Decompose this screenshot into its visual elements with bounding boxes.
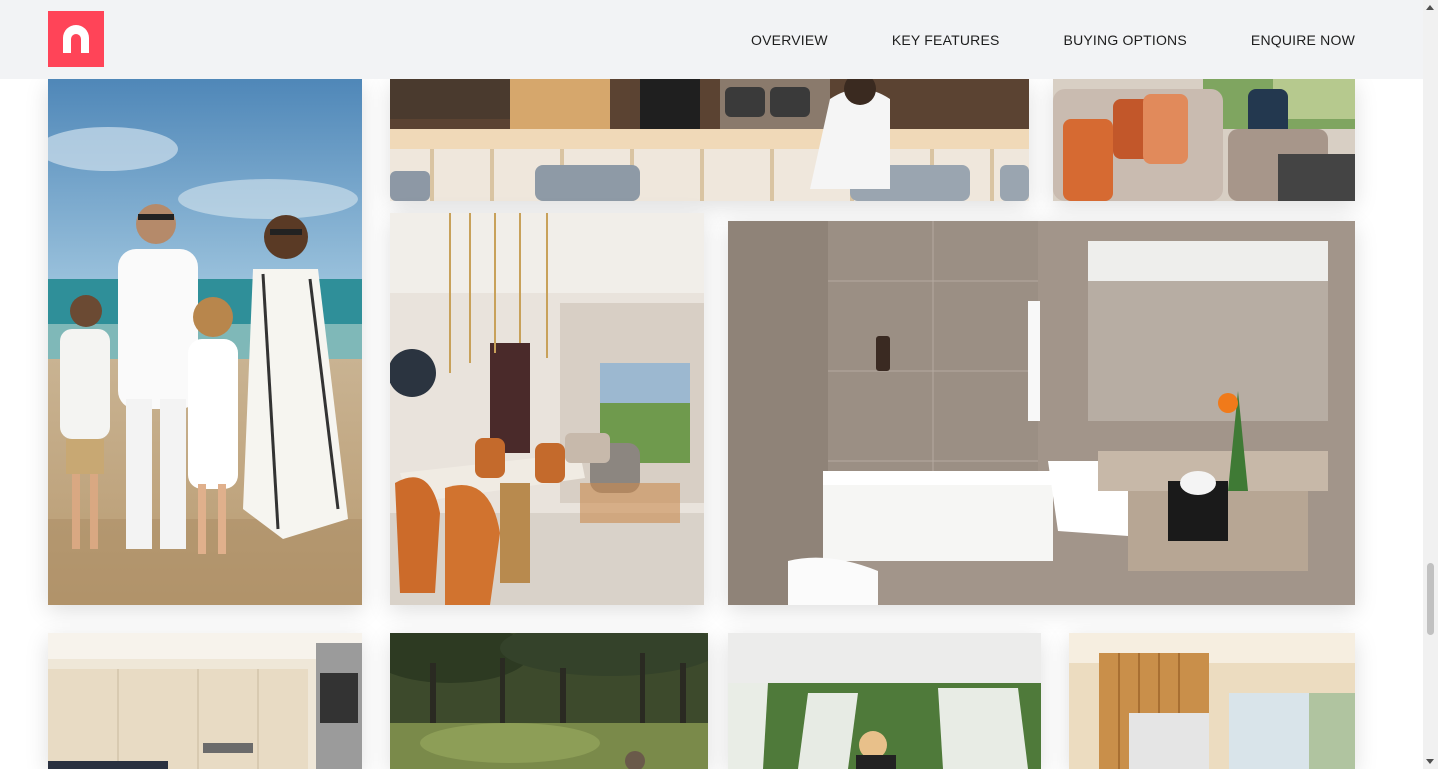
- gallery-photo-spa-cabana[interactable]: [728, 633, 1041, 769]
- gallery-photo-bedroom[interactable]: [1069, 633, 1355, 769]
- page-scrollbar[interactable]: [1423, 0, 1438, 769]
- main-nav: OVERVIEW KEY FEATURES BUYING OPTIONS ENQ…: [687, 0, 1355, 79]
- gallery-photo-dining[interactable]: [390, 213, 704, 605]
- page: OVERVIEW KEY FEATURES BUYING OPTIONS ENQ…: [0, 0, 1438, 769]
- gallery-photo-bar[interactable]: [390, 79, 1029, 201]
- site-header: OVERVIEW KEY FEATURES BUYING OPTIONS ENQ…: [0, 0, 1423, 79]
- scroll-down-arrow-icon[interactable]: [1426, 759, 1434, 764]
- gallery-photo-lounge[interactable]: [1053, 79, 1355, 201]
- gallery-photo-kitchen[interactable]: [48, 633, 362, 769]
- brand-logo[interactable]: [48, 11, 104, 67]
- gallery-photo-forest[interactable]: [390, 633, 708, 769]
- brand-n-logo-icon: [63, 25, 89, 53]
- nav-key-features[interactable]: KEY FEATURES: [892, 32, 1000, 48]
- scroll-thumb[interactable]: [1427, 563, 1434, 635]
- scroll-up-arrow-icon[interactable]: [1426, 5, 1434, 10]
- gallery-photo-beach-family[interactable]: [48, 79, 362, 605]
- nav-overview[interactable]: OVERVIEW: [751, 32, 828, 48]
- gallery-photo-bathroom[interactable]: [728, 221, 1355, 605]
- nav-enquire-now[interactable]: ENQUIRE NOW: [1251, 32, 1355, 48]
- nav-buying-options[interactable]: BUYING OPTIONS: [1064, 32, 1187, 48]
